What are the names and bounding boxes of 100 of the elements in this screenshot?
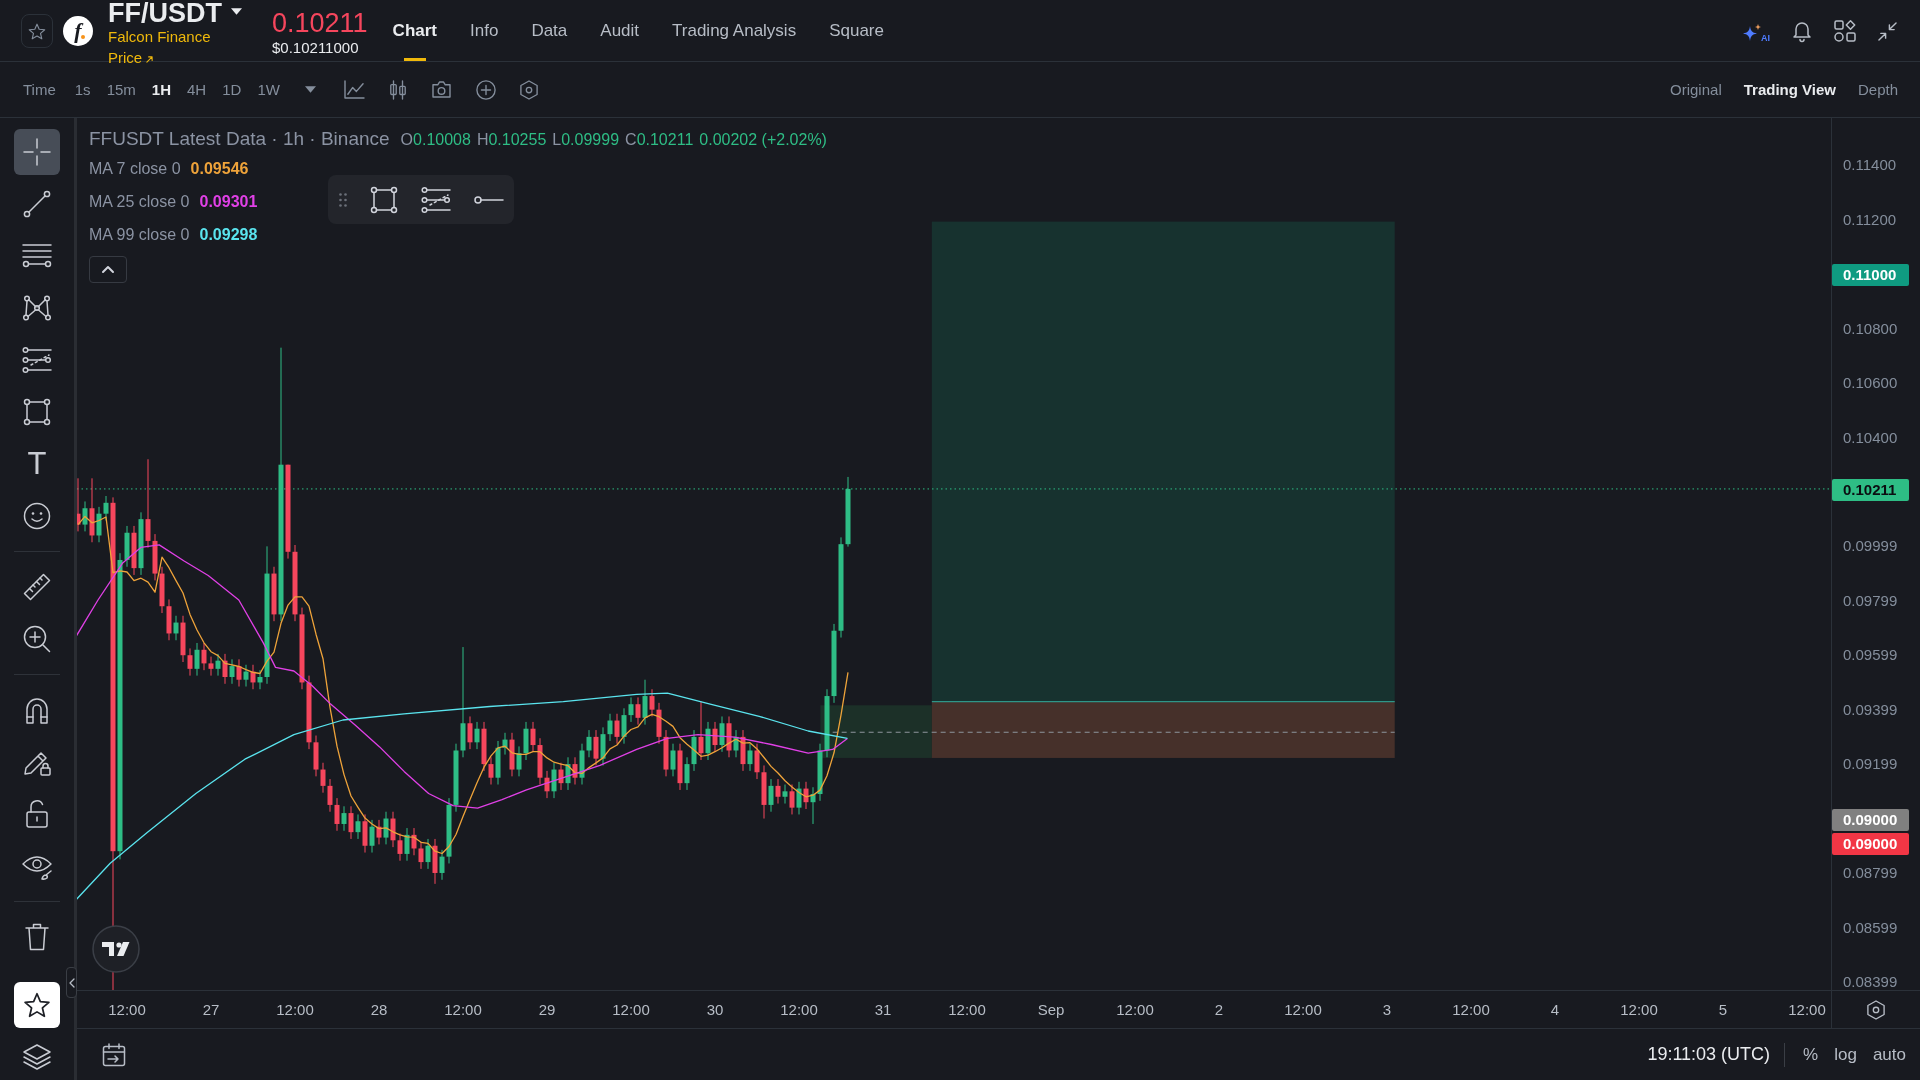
chart-title: FFUSDT Latest Data · 1h · Binance bbox=[89, 128, 390, 150]
time-tick: 12:00 bbox=[948, 1000, 986, 1020]
clock-time: 19:11:03 (UTC) bbox=[1647, 1044, 1771, 1065]
scale-option[interactable]: log bbox=[1834, 1044, 1857, 1065]
indicator-label: MA 99 close 0 bbox=[89, 225, 190, 244]
interval-button[interactable]: 15m bbox=[106, 81, 136, 98]
rectangle-icon bbox=[23, 398, 51, 426]
time-tick: 12:00 bbox=[1284, 1000, 1322, 1020]
time-tick: 12:00 bbox=[780, 1000, 818, 1020]
interval-button[interactable]: 1s bbox=[74, 81, 91, 98]
price-tag: 0.09000 bbox=[1832, 832, 1909, 855]
time-button[interactable]: Time bbox=[23, 81, 56, 98]
caret-icon[interactable] bbox=[231, 7, 242, 15]
time-tick: 5 bbox=[1718, 1000, 1728, 1020]
indicator-value: 0.09298 bbox=[199, 225, 258, 244]
view-tab[interactable]: Trading View bbox=[1743, 81, 1836, 98]
drag-handle-icon[interactable] bbox=[339, 192, 347, 207]
lock-icon bbox=[26, 800, 48, 828]
price-tick: 0.09999 bbox=[1843, 537, 1898, 556]
tab[interactable]: Data bbox=[525, 0, 574, 62]
favorite-button[interactable] bbox=[21, 14, 53, 48]
indicator-label: MA 25 close 0 bbox=[89, 192, 190, 211]
usd-price: $0.10211000 bbox=[272, 38, 360, 58]
collapse-legend-button[interactable] bbox=[89, 256, 127, 283]
interval-button[interactable]: 4H bbox=[187, 81, 207, 98]
time-tick: 12:00 bbox=[444, 1000, 482, 1020]
scale-option[interactable]: auto bbox=[1872, 1044, 1906, 1065]
indicator-value: 0.09301 bbox=[199, 192, 258, 211]
symbol-title[interactable]: FF/USDT bbox=[108, 0, 222, 26]
coin-logo: f bbox=[63, 16, 93, 46]
price-tick: 0.08799 bbox=[1843, 864, 1898, 882]
time-tick: 12:00 bbox=[612, 1000, 650, 1020]
last-price: 0.10211 bbox=[272, 8, 368, 38]
layers-icon bbox=[23, 1044, 51, 1070]
ruler-icon bbox=[23, 573, 51, 601]
arrow-icon bbox=[146, 56, 154, 63]
view-tab[interactable]: Original bbox=[1670, 81, 1722, 98]
time-tick: 12:00 bbox=[1620, 1000, 1658, 1020]
horizontal-ray-icon[interactable] bbox=[474, 195, 504, 204]
price-link[interactable]: Price bbox=[108, 48, 154, 68]
price-tick: 0.09799 bbox=[1843, 591, 1898, 610]
time-tick: 4 bbox=[1550, 1000, 1560, 1020]
logo-icon[interactable] bbox=[92, 925, 140, 973]
candlestick-icon[interactable] bbox=[388, 79, 407, 100]
ohlc-reading: L0.09999 bbox=[552, 131, 620, 149]
tab[interactable]: Chart bbox=[386, 0, 443, 62]
time-tick: 12:00 bbox=[1116, 1000, 1154, 1020]
bell-icon[interactable] bbox=[1792, 20, 1812, 42]
tab[interactable]: Square bbox=[823, 0, 890, 62]
price-tick: 0.09199 bbox=[1843, 755, 1898, 774]
pattern-icon bbox=[23, 294, 51, 322]
price-tick: 0.10600 bbox=[1843, 374, 1898, 393]
time-tick: 12:00 bbox=[1788, 1000, 1826, 1020]
tab[interactable]: Audit bbox=[594, 0, 646, 62]
price-tick: 0.09399 bbox=[1843, 700, 1898, 719]
ohlc-reading: H0.10255 bbox=[476, 131, 547, 149]
scale-option[interactable]: % bbox=[1803, 1044, 1819, 1065]
coin-name: Falcon Finance bbox=[108, 27, 212, 47]
price-tag: 0.09000 bbox=[1832, 809, 1909, 832]
line-chart-icon[interactable] bbox=[343, 80, 365, 99]
calendar-icon[interactable] bbox=[102, 1042, 126, 1067]
time-tick: 29 bbox=[538, 1000, 556, 1020]
price-change: 0.00202 (+2.02%) bbox=[699, 131, 827, 149]
time-tick: 31 bbox=[874, 1000, 892, 1020]
grid-icon[interactable] bbox=[1834, 20, 1856, 42]
time-tick: 28 bbox=[370, 1000, 388, 1020]
trend-line-icon bbox=[23, 190, 51, 218]
indicator-label: MA 7 close 0 bbox=[89, 159, 181, 178]
tab[interactable]: Trading Analysis bbox=[666, 0, 803, 62]
time-tick: 12:00 bbox=[1452, 1000, 1490, 1020]
interval-button[interactable]: 1H bbox=[151, 81, 171, 98]
interval-button[interactable]: 1D bbox=[222, 81, 242, 98]
text-tool-button[interactable]: T bbox=[14, 441, 60, 487]
smiley-icon bbox=[23, 502, 51, 530]
settings-icon[interactable] bbox=[519, 79, 538, 100]
channel-icon[interactable] bbox=[421, 186, 451, 213]
minimize-icon[interactable] bbox=[1878, 21, 1897, 41]
ai-assistant-button[interactable]: AI bbox=[1741, 19, 1770, 43]
trash-icon bbox=[25, 923, 49, 951]
chevron-up-icon bbox=[102, 266, 114, 273]
crosshair-tool-button[interactable] bbox=[14, 129, 60, 175]
zoom-in-icon bbox=[23, 625, 51, 653]
view-tab[interactable]: Depth bbox=[1857, 81, 1898, 98]
time-tick: 30 bbox=[706, 1000, 724, 1020]
time-tick: 12:00 bbox=[108, 1000, 146, 1020]
tab[interactable]: Info bbox=[464, 0, 505, 62]
time-tick: 2 bbox=[1214, 1000, 1224, 1020]
interval-button[interactable]: 1W bbox=[257, 81, 280, 98]
time-tick: Sep bbox=[1037, 1000, 1065, 1020]
ohlc-reading: O0.10008 bbox=[400, 131, 471, 149]
favorites-button[interactable] bbox=[14, 982, 60, 1028]
collapse-toolbar-button[interactable] bbox=[66, 967, 77, 998]
camera-icon[interactable] bbox=[430, 81, 452, 98]
add-icon[interactable] bbox=[475, 79, 496, 100]
rectangle-icon[interactable] bbox=[370, 185, 398, 214]
chevron-left-icon bbox=[68, 977, 75, 988]
time-tick: 12:00 bbox=[276, 1000, 314, 1020]
price-tick: 0.08599 bbox=[1843, 918, 1898, 937]
settings-icon[interactable] bbox=[1867, 999, 1885, 1020]
indicator-value: 0.09546 bbox=[190, 159, 249, 178]
